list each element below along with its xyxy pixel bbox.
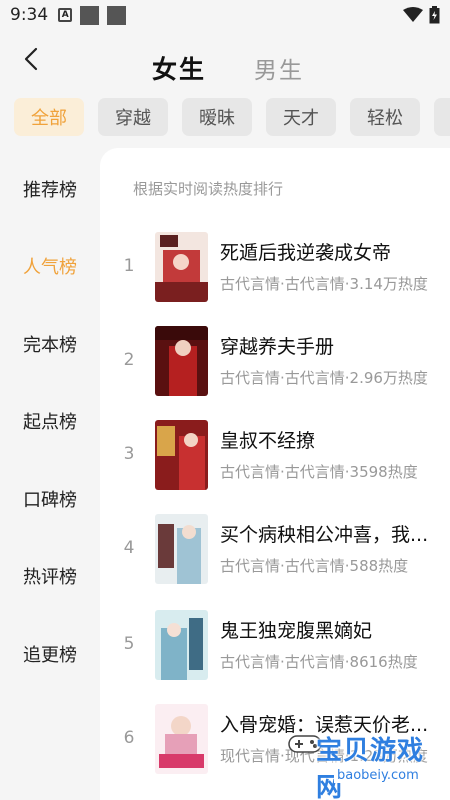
book-cover bbox=[155, 326, 208, 396]
tab-female[interactable]: 女生 bbox=[152, 50, 206, 86]
battery-icon bbox=[429, 6, 440, 24]
ranking-sidebar: 推荐榜 人气榜 完本榜 起点榜 口碑榜 热评榜 追更榜 bbox=[0, 150, 100, 693]
book-rank: 5 bbox=[123, 634, 135, 654]
book-meta: 古代言情·古代言情·8616热度 bbox=[220, 653, 418, 671]
tab-male[interactable]: 男生 bbox=[254, 51, 304, 85]
notification-square-icon bbox=[80, 5, 100, 25]
chip-relaxed[interactable]: 轻松 bbox=[350, 98, 420, 136]
book-meta: 古代言情·古代言情·2.96万热度 bbox=[220, 369, 428, 387]
book-meta: 古代言情·古代言情·3.14万热度 bbox=[220, 275, 428, 293]
book-cover bbox=[155, 232, 208, 302]
book-item[interactable]: 5 鬼王独宠腹黑嫡妃 古代言情·古代言情·8616热度 bbox=[100, 610, 450, 686]
chip-ambiguous[interactable]: 暧昧 bbox=[182, 98, 252, 136]
header: 女生 男生 bbox=[0, 30, 450, 98]
chip-genius[interactable]: 天才 bbox=[266, 98, 336, 136]
book-cover bbox=[155, 704, 208, 774]
book-meta: 古代言情·古代言情·588热度 bbox=[220, 557, 409, 575]
book-title: 穿越养夫手册 bbox=[220, 336, 335, 358]
chip-all[interactable]: 全部 bbox=[14, 98, 84, 136]
book-rank: 4 bbox=[123, 538, 135, 558]
book-title: 皇叔不经撩 bbox=[220, 430, 316, 452]
book-item[interactable]: 4 买个病秧相公冲喜，我... 古代言情·古代言情·588热度 bbox=[100, 514, 450, 590]
category-chips: 全部 穿越 暧昧 天才 轻松 腹 bbox=[14, 98, 450, 140]
wifi-icon bbox=[403, 7, 423, 22]
book-title: 鬼王独宠腹黑嫡妃 bbox=[220, 620, 373, 642]
ranking-panel: 根据实时阅读热度排行 1 死遁后我逆袭成女帝 古代言情·古代言情·3.14万热度… bbox=[100, 148, 450, 800]
book-title: 死遁后我逆袭成女帝 bbox=[220, 242, 392, 264]
book-cover bbox=[155, 610, 208, 680]
book-cover bbox=[155, 420, 208, 490]
book-item[interactable]: 6 入骨宠婚：误惹天价老... 现代言情·现代言情·1.23万热度 bbox=[100, 704, 450, 780]
ranking-tip: 根据实时阅读热度排行 bbox=[133, 180, 284, 198]
book-meta: 现代言情·现代言情·1.23万热度 bbox=[220, 747, 428, 765]
book-item[interactable]: 2 穿越养夫手册 古代言情·古代言情·2.96万热度 bbox=[100, 326, 450, 402]
book-title: 买个病秧相公冲喜，我... bbox=[220, 524, 429, 546]
status-bar: 9:34 A bbox=[0, 0, 450, 30]
chip-time-travel[interactable]: 穿越 bbox=[98, 98, 168, 136]
book-meta: 古代言情·古代言情·3598热度 bbox=[220, 463, 418, 481]
sidebar-item-updates[interactable]: 追更榜 bbox=[0, 615, 100, 693]
sidebar-item-recommended[interactable]: 推荐榜 bbox=[0, 150, 100, 228]
sidebar-item-completed[interactable]: 完本榜 bbox=[0, 305, 100, 383]
book-rank: 1 bbox=[123, 256, 135, 276]
sidebar-item-hot-comments[interactable]: 热评榜 bbox=[0, 538, 100, 616]
book-rank: 3 bbox=[123, 444, 135, 464]
notification-square-icon bbox=[107, 5, 127, 25]
sidebar-item-reputation[interactable]: 口碑榜 bbox=[0, 460, 100, 538]
book-item[interactable]: 1 死遁后我逆袭成女帝 古代言情·古代言情·3.14万热度 bbox=[100, 232, 450, 308]
status-time: 9:34 bbox=[10, 5, 49, 25]
sidebar-item-qidian[interactable]: 起点榜 bbox=[0, 383, 100, 461]
sidebar-item-popular[interactable]: 人气榜 bbox=[0, 228, 100, 306]
book-rank: 2 bbox=[123, 350, 135, 370]
book-cover bbox=[155, 514, 208, 584]
book-item[interactable]: 3 皇叔不经撩 古代言情·古代言情·3598热度 bbox=[100, 420, 450, 496]
back-arrow-icon[interactable] bbox=[18, 44, 48, 74]
book-rank: 6 bbox=[123, 728, 135, 748]
notification-a-icon: A bbox=[58, 8, 73, 22]
chip-scheming[interactable]: 腹 bbox=[434, 98, 450, 136]
book-title: 入骨宠婚：误惹天价老... bbox=[220, 714, 429, 736]
